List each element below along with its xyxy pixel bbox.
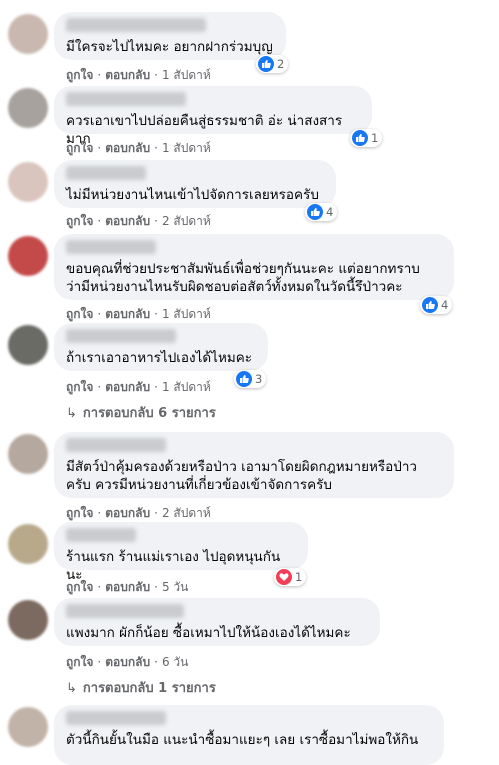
comment-actions: ถูกใจ · ตอบกลับ · 1 สัปดาห์ [66, 141, 211, 155]
avatar[interactable] [8, 325, 48, 365]
thumbs-up-icon [352, 130, 368, 146]
comment-text: มีสัตว์ป่าคุ้มครองด้วยหรือป่าว เอามาโดยผ… [66, 459, 417, 493]
comment-bubble: ขอบคุณที่ช่วยประชาสัมพันธ์เพื่อช่วยๆกันน… [54, 234, 454, 300]
timestamp[interactable]: 1 สัปดาห์ [162, 68, 211, 82]
like-link[interactable]: ถูกใจ [66, 141, 93, 155]
reply-arrow-icon: ↳ [66, 406, 77, 421]
comment-bubble: แพงมาก ผักก็น้อย ซื้อเหมาไปให้น้องเองได้… [54, 598, 380, 646]
reply-link[interactable]: ตอบกลับ [105, 214, 150, 228]
reaction-count: 1 [371, 131, 379, 145]
commenter-name[interactable] [66, 604, 184, 618]
comment-text: ไม่มีหน่วยงานไหนเข้าไปจัดการเลยหรอครับ [66, 187, 319, 203]
like-link[interactable]: ถูกใจ [66, 307, 93, 321]
timestamp[interactable]: 2 สัปดาห์ [162, 506, 211, 520]
reply-link[interactable]: ตอบกลับ [105, 506, 150, 520]
reply-arrow-icon: ↳ [66, 681, 77, 696]
like-link[interactable]: ถูกใจ [66, 68, 93, 82]
comment-bubble: มีใครจะไปไหมคะ อยากฝากร่วมบุญ [54, 12, 286, 60]
comment-actions: ถูกใจ · ตอบกลับ · 2 สัปดาห์ [66, 506, 211, 520]
commenter-name[interactable] [66, 438, 166, 452]
comment-text: ถ้าเราเอาอาหารไปเองได้ไหมคะ [66, 350, 253, 366]
comment-text: ตัวนี้กินยั้นในมือ แนะนำซื้อมาแยะๆ เลย เ… [66, 732, 419, 748]
avatar[interactable] [8, 88, 48, 128]
timestamp[interactable]: 1 สัปดาห์ [162, 380, 211, 394]
comment-bubble: ตัวนี้กินยั้นในมือ แนะนำซื้อมาแยะๆ เลย เ… [54, 705, 444, 765]
reaction-badge[interactable]: 4 [420, 296, 453, 314]
comment-actions: ถูกใจ · ตอบกลับ · 1 สัปดาห์ [66, 307, 211, 321]
thumbs-up-icon [422, 297, 438, 313]
reply-link[interactable]: ตอบกลับ [105, 307, 150, 321]
comment-bubble: ถ้าเราเอาอาหารไปเองได้ไหมคะ [54, 323, 268, 371]
reaction-badge[interactable]: 3 [234, 370, 267, 388]
reaction-count: 1 [295, 570, 303, 584]
timestamp[interactable]: 1 สัปดาห์ [162, 307, 211, 321]
comment-text: แพงมาก ผักก็น้อย ซื้อเหมาไปให้น้องเองได้… [66, 625, 351, 641]
reaction-count: 4 [441, 298, 449, 312]
thumbs-up-icon [307, 204, 323, 220]
timestamp[interactable]: 2 สัปดาห์ [162, 214, 211, 228]
avatar[interactable] [8, 524, 48, 564]
commenter-name[interactable] [66, 528, 136, 542]
reply-link[interactable]: ตอบกลับ [105, 380, 150, 394]
commenter-name[interactable] [66, 18, 206, 32]
timestamp[interactable]: 1 สัปดาห์ [162, 141, 211, 155]
commenter-name[interactable] [66, 329, 176, 343]
reply-link[interactable]: ตอบกลับ [105, 580, 150, 594]
comment-text: ขอบคุณที่ช่วยประชาสัมพันธ์เพื่อช่วยๆกันน… [66, 261, 420, 295]
avatar[interactable] [8, 600, 48, 640]
heart-icon [276, 569, 292, 585]
timestamp[interactable]: 5 วัน [162, 580, 188, 594]
comment-actions: ถูกใจ · ตอบกลับ · 6 วัน [66, 655, 189, 669]
comment-bubble: ไม่มีหน่วยงานไหนเข้าไปจัดการเลยหรอครับ [54, 160, 336, 208]
avatar[interactable] [8, 162, 48, 202]
comment-actions: ถูกใจ · ตอบกลับ · 5 วัน [66, 580, 189, 594]
reaction-count: 2 [277, 57, 285, 71]
commenter-name[interactable] [66, 711, 166, 725]
like-link[interactable]: ถูกใจ [66, 655, 93, 669]
like-link[interactable]: ถูกใจ [66, 506, 93, 520]
comment-bubble: มีสัตว์ป่าคุ้มครองด้วยหรือป่าว เอามาโดยผ… [54, 432, 454, 498]
avatar[interactable] [8, 434, 48, 474]
like-link[interactable]: ถูกใจ [66, 214, 93, 228]
avatar[interactable] [8, 707, 48, 747]
comment-bubble: ควรเอาเขาไปปล่อยคืนสู่ธรรมชาติ อ่ะ น่าสง… [54, 86, 372, 147]
reaction-badge[interactable]: 1 [350, 129, 383, 147]
like-link[interactable]: ถูกใจ [66, 380, 93, 394]
thumbs-up-icon [258, 56, 274, 72]
thumbs-up-icon [236, 371, 252, 387]
reply-link[interactable]: ตอบกลับ [105, 655, 150, 669]
reaction-count: 3 [255, 372, 263, 386]
reaction-badge[interactable]: 1 [274, 568, 307, 586]
comment-bubble: ร้านแรก ร้านแม่เราเอง ไปอุดหนุนกันนะ [54, 522, 308, 583]
like-link[interactable]: ถูกใจ [66, 580, 93, 594]
view-replies-link[interactable]: ↳ การตอบกลับ 1 รายการ [66, 677, 216, 698]
timestamp[interactable]: 6 วัน [162, 655, 188, 669]
reaction-badge[interactable]: 2 [256, 55, 289, 73]
reply-link[interactable]: ตอบกลับ [105, 68, 150, 82]
comment-actions: ถูกใจ · ตอบกลับ · 2 สัปดาห์ [66, 214, 211, 228]
commenter-name[interactable] [66, 240, 156, 254]
comment-text: มีใครจะไปไหมคะ อยากฝากร่วมบุญ [66, 39, 273, 55]
avatar[interactable] [8, 236, 48, 276]
view-replies-link[interactable]: ↳ การตอบกลับ 6 รายการ [66, 402, 216, 423]
avatar[interactable] [8, 14, 48, 54]
commenter-name[interactable] [66, 166, 146, 180]
commenter-name[interactable] [66, 92, 186, 106]
reaction-badge[interactable]: 4 [305, 203, 338, 221]
reaction-count: 4 [326, 205, 334, 219]
comment-actions: ถูกใจ · ตอบกลับ · 1 สัปดาห์ [66, 68, 211, 82]
reply-link[interactable]: ตอบกลับ [105, 141, 150, 155]
comment-actions: ถูกใจ · ตอบกลับ · 1 สัปดาห์ [66, 380, 211, 394]
